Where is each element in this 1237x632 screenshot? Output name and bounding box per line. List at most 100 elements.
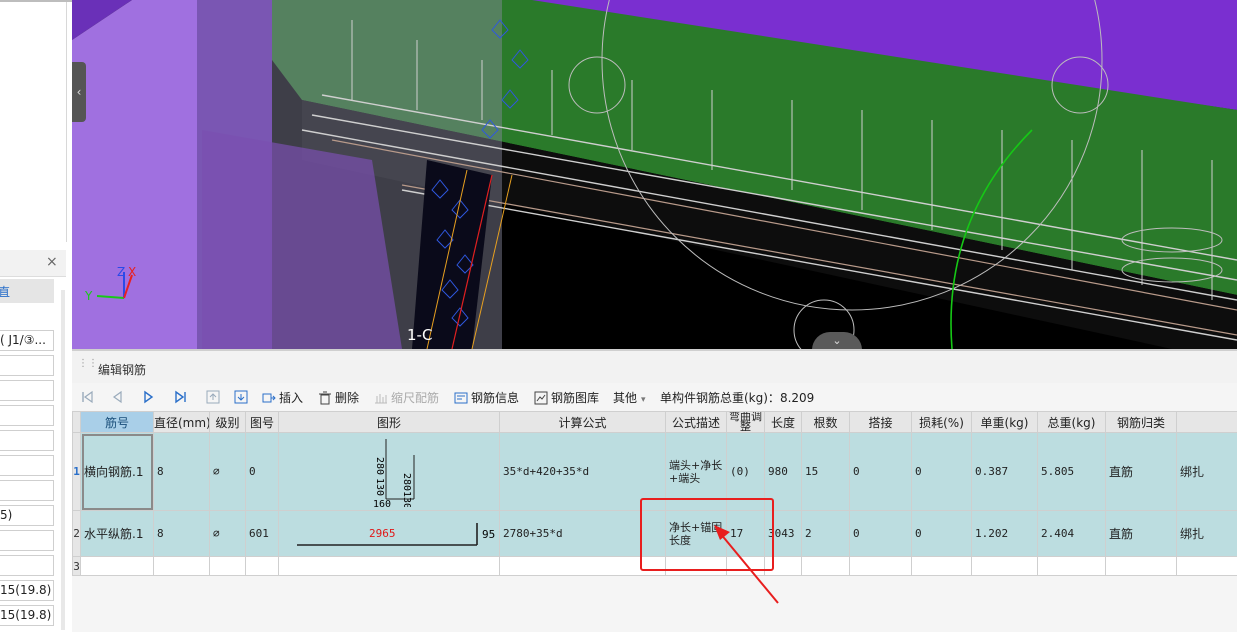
property-field[interactable] [0, 355, 54, 376]
lap-cell[interactable]: 0 [850, 511, 912, 557]
column-header[interactable]: 直径(mm) [154, 412, 210, 433]
total-weight-value: 8.209 [780, 391, 814, 405]
property-field[interactable] [0, 555, 54, 576]
property-field[interactable] [0, 455, 54, 476]
empty-cell[interactable] [246, 557, 279, 576]
grade-cell[interactable]: ⌀ [210, 511, 246, 557]
column-header[interactable]: 筋号 [81, 412, 154, 433]
left-panel: × 直 ( J1/③... 5) 15(19.8) 15(19.8) [0, 0, 72, 630]
axis-y-label: Y [84, 289, 93, 303]
column-header[interactable]: 损耗(%) [912, 412, 972, 433]
rebar-info-label: 钢筋信息 [471, 391, 519, 405]
shape-cell[interactable]: 280 130 280 130 160 [279, 433, 500, 511]
last-record-icon[interactable] [174, 390, 188, 404]
expand-handle[interactable]: ⌄ [812, 332, 862, 349]
category-cell[interactable]: 直筋 [1106, 433, 1177, 511]
insert-icon [262, 391, 276, 405]
property-field[interactable]: ( J1/③... [0, 330, 54, 351]
column-header[interactable]: 公式描述 [666, 412, 727, 433]
shape-cell[interactable]: 2965 95 [279, 511, 500, 557]
empty-cell[interactable] [279, 557, 500, 576]
scale-rebar-label: 缩尺配筋 [391, 391, 439, 405]
scale-rebar-button[interactable]: 缩尺配筋 [374, 389, 439, 405]
3d-viewport[interactable]: Y Z X ‹ 1-C ⌄ [72, 0, 1237, 349]
scale-rebar-icon [374, 391, 388, 405]
trash-icon [318, 391, 332, 405]
empty-cell[interactable] [1177, 557, 1237, 576]
property-field[interactable]: 15(19.8) [0, 580, 54, 601]
binding-cell[interactable]: 绑扎 [1177, 433, 1237, 511]
empty-cell[interactable] [972, 557, 1038, 576]
properties-tab[interactable]: 直 [0, 279, 54, 303]
property-field[interactable] [0, 530, 54, 551]
next-record-icon[interactable] [142, 390, 156, 404]
column-header[interactable] [1177, 412, 1237, 433]
grip-icon[interactable]: ⋮⋮ [78, 360, 86, 374]
figure-no-cell[interactable]: 0 [246, 433, 279, 511]
diameter-cell[interactable]: 8 [154, 433, 210, 511]
row-number[interactable]: 3 [73, 557, 81, 576]
collapse-panel-handle[interactable]: ‹ [72, 62, 86, 122]
column-header[interactable]: 钢筋归类 [1106, 412, 1177, 433]
empty-cell[interactable] [802, 557, 850, 576]
property-field[interactable] [0, 430, 54, 451]
prev-record-icon[interactable] [110, 390, 124, 404]
diameter-cell[interactable]: 8 [154, 511, 210, 557]
empty-cell[interactable] [81, 557, 154, 576]
empty-cell[interactable] [912, 557, 972, 576]
column-header[interactable]: 总重(kg) [1038, 412, 1106, 433]
total-weight-cell[interactable]: 2.404 [1038, 511, 1106, 557]
loss-cell[interactable]: 0 [912, 511, 972, 557]
figure-no-cell[interactable]: 601 [246, 511, 279, 557]
grade-cell[interactable]: ⌀ [210, 433, 246, 511]
move-up-icon[interactable] [206, 390, 220, 404]
column-header[interactable]: 搭接 [850, 412, 912, 433]
stirrup-shape-drawing: 280 130 280 130 160 [279, 433, 500, 507]
rebar-library-button[interactable]: 钢筋图库 [534, 389, 599, 405]
row-number[interactable]: 1 [73, 433, 81, 511]
rebar-info-button[interactable]: 钢筋信息 [454, 389, 519, 405]
first-record-icon[interactable] [80, 390, 94, 404]
binding-cell[interactable]: 绑扎 [1177, 511, 1237, 557]
delete-label: 删除 [335, 391, 359, 405]
column-header[interactable]: 根数 [802, 412, 850, 433]
rebar-name-cell[interactable]: 水平纵筋.1 [81, 511, 154, 557]
lap-cell[interactable]: 0 [850, 433, 912, 511]
property-field[interactable]: 15(19.8) [0, 605, 54, 626]
left-scrollbar[interactable] [61, 290, 65, 630]
total-weight-cell[interactable]: 5.805 [1038, 433, 1106, 511]
property-field[interactable] [0, 405, 54, 426]
table-header-row: 筋号 直径(mm) 级别 图号 图形 计算公式 公式描述 弯曲调整 长度 根数 … [73, 412, 1237, 433]
column-header[interactable]: 级别 [210, 412, 246, 433]
empty-cell[interactable] [210, 557, 246, 576]
count-cell[interactable]: 15 [802, 433, 850, 511]
column-header[interactable]: 图形 [279, 412, 500, 433]
empty-cell[interactable] [154, 557, 210, 576]
category-cell[interactable]: 直筋 [1106, 511, 1177, 557]
unit-weight-cell[interactable]: 0.387 [972, 433, 1038, 511]
insert-button[interactable]: 插入 [262, 389, 303, 405]
other-dropdown[interactable]: 其他▾ [613, 389, 646, 405]
column-header[interactable]: 长度 [765, 412, 802, 433]
empty-cell[interactable] [1106, 557, 1177, 576]
property-field[interactable] [0, 480, 54, 501]
close-icon[interactable]: × [46, 254, 58, 270]
unit-weight-cell[interactable]: 1.202 [972, 511, 1038, 557]
rebar-library-icon [534, 391, 548, 405]
empty-cell[interactable] [850, 557, 912, 576]
shape-hook-length: 95 [482, 528, 495, 541]
row-number[interactable]: 2 [73, 511, 81, 557]
empty-cell[interactable] [1038, 557, 1106, 576]
move-down-icon[interactable] [234, 390, 248, 404]
axis-z-label: Z [117, 265, 125, 279]
column-header[interactable]: 弯曲调整 [727, 412, 765, 433]
column-header[interactable]: 图号 [246, 412, 279, 433]
property-field[interactable]: 5) [0, 505, 54, 526]
column-header[interactable]: 计算公式 [500, 412, 666, 433]
delete-button[interactable]: 删除 [318, 389, 359, 405]
property-field[interactable] [0, 380, 54, 401]
count-cell[interactable]: 2 [802, 511, 850, 557]
rebar-name-cell[interactable]: 横向钢筋.1 [81, 433, 154, 511]
column-header[interactable]: 单重(kg) [972, 412, 1038, 433]
loss-cell[interactable]: 0 [912, 433, 972, 511]
